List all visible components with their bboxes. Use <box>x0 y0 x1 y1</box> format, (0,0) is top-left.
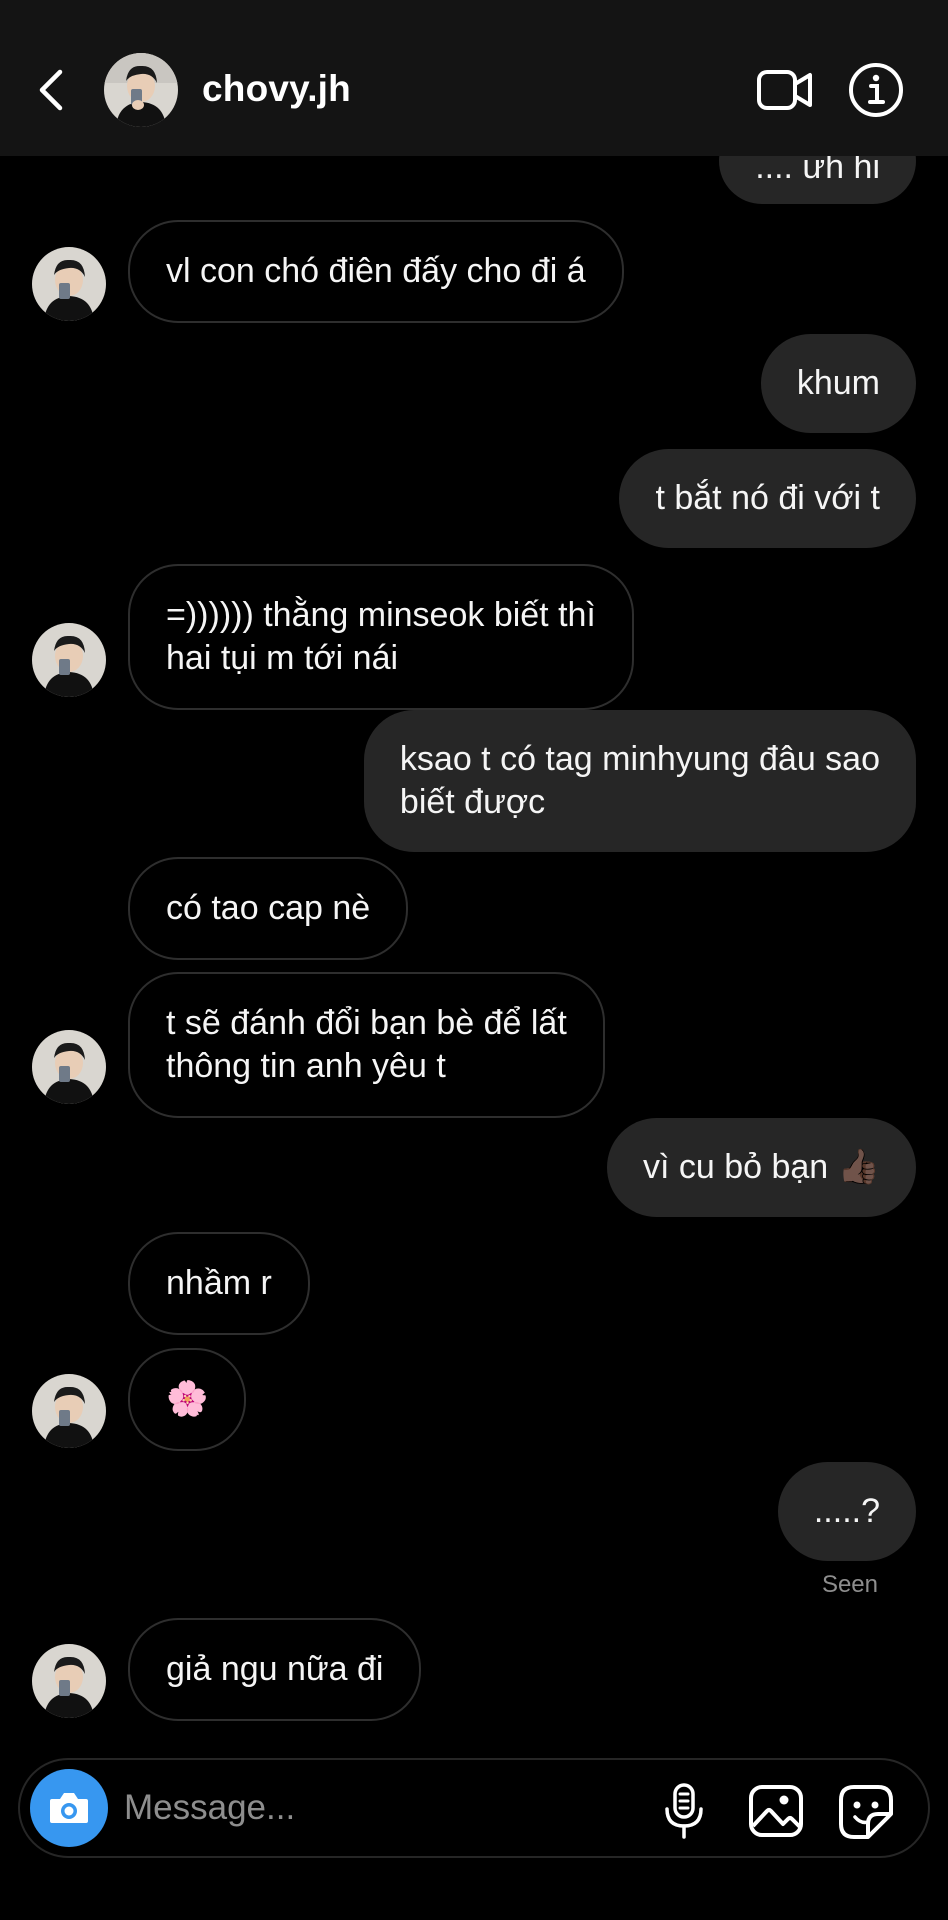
microphone-icon <box>665 1783 703 1839</box>
chat-header: chovy.jh <box>0 0 948 156</box>
chat-username[interactable]: chovy.jh <box>202 68 351 110</box>
message-input[interactable] <box>124 1780 644 1836</box>
message-incoming[interactable]: vl con chó điên đấy cho đi á <box>128 220 624 323</box>
header-avatar[interactable] <box>104 53 178 127</box>
gallery-button[interactable] <box>748 1784 804 1838</box>
chevron-left-icon <box>39 69 63 111</box>
back-button[interactable] <box>30 60 74 120</box>
message-outgoing[interactable]: .....? <box>777 1462 916 1561</box>
info-icon <box>849 63 903 117</box>
camera-icon <box>50 1793 88 1823</box>
seen-status: Seen <box>821 1571 878 1598</box>
sticker-button[interactable] <box>838 1784 894 1840</box>
message-incoming[interactable]: =)))))) thằng minseok biết thì hai tụi m… <box>128 564 634 710</box>
message-incoming[interactable]: 🌸 <box>128 1348 247 1451</box>
message-incoming[interactable]: giả ngu nữa đi <box>128 1618 422 1721</box>
sender-avatar[interactable] <box>32 1030 106 1104</box>
sender-avatar[interactable] <box>32 1644 106 1718</box>
video-camera-icon <box>757 70 812 110</box>
message-outgoing[interactable]: khum <box>760 334 916 433</box>
message-incoming[interactable]: nhầm r <box>128 1232 310 1335</box>
sender-avatar[interactable] <box>32 247 106 321</box>
chat-screen: chovy.jh .... ưh hi vl con chó điên đấy … <box>0 0 948 1920</box>
gallery-icon <box>749 1785 803 1837</box>
video-call-button[interactable] <box>756 64 814 116</box>
message-outgoing[interactable]: vì cu bỏ bạn 👍🏿 <box>606 1118 916 1217</box>
message-incoming[interactable]: có tao cap nè <box>128 857 409 960</box>
message-incoming[interactable]: t sẽ đánh đổi bạn bè để lất thông tin an… <box>128 972 605 1118</box>
message-composer <box>18 1758 930 1858</box>
sender-avatar[interactable] <box>32 1374 106 1448</box>
camera-button[interactable] <box>30 1769 108 1847</box>
message-outgoing[interactable]: ksao t có tag minhyung đâu sao biết được <box>363 710 916 852</box>
voice-message-button[interactable] <box>660 1782 708 1840</box>
info-button[interactable] <box>848 62 904 118</box>
message-outgoing[interactable]: t bắt nó đi với t <box>619 449 916 548</box>
sticker-icon <box>839 1785 893 1839</box>
sender-avatar[interactable] <box>32 623 106 697</box>
